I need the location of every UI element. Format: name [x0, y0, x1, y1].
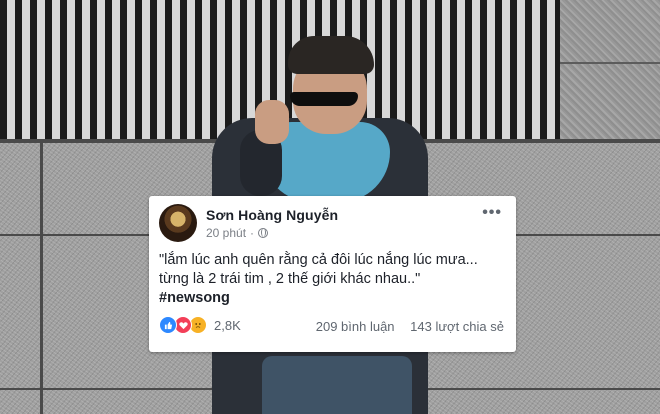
avatar[interactable] [159, 204, 197, 242]
separator: · [250, 226, 255, 240]
post-meta: 20 phút · [206, 226, 269, 240]
granite-panel [560, 0, 660, 140]
like-icon [159, 316, 177, 334]
shares-count[interactable]: 143 lượt chia sẻ [410, 319, 504, 334]
facebook-post-card: Sơn Hoàng Nguyễn 20 phút · ••• "lắm lúc … [149, 196, 516, 352]
reactions-summary[interactable]: 2,8K [159, 316, 241, 334]
post-text-line: từng là 2 trái tim , 2 thế giới khác nha… [159, 271, 421, 287]
post-stats: 209 bình luận 143 lượt chia sẻ [316, 319, 504, 334]
person-hair [288, 36, 374, 74]
post-text-line: "lắm lúc anh quên rằng cả đôi lúc nắng l… [159, 252, 478, 268]
wall-seam [40, 143, 43, 414]
globe-icon [258, 228, 269, 238]
comments-count[interactable]: 209 bình luận [316, 319, 395, 334]
reaction-count: 2,8K [214, 317, 241, 333]
wall-seam [516, 234, 660, 236]
wall-seam [0, 234, 150, 236]
person-jeans [262, 356, 412, 414]
more-options-icon[interactable]: ••• [482, 205, 502, 221]
person-hand [255, 100, 289, 144]
hashtag-link[interactable]: #newsong [159, 289, 478, 308]
author-name[interactable]: Sơn Hoàng Nguyễn [206, 207, 338, 223]
post-time[interactable]: 20 phút [206, 226, 246, 240]
sunglasses [290, 92, 358, 106]
post-text: "lắm lúc anh quên rằng cả đôi lúc nắng l… [159, 251, 478, 308]
